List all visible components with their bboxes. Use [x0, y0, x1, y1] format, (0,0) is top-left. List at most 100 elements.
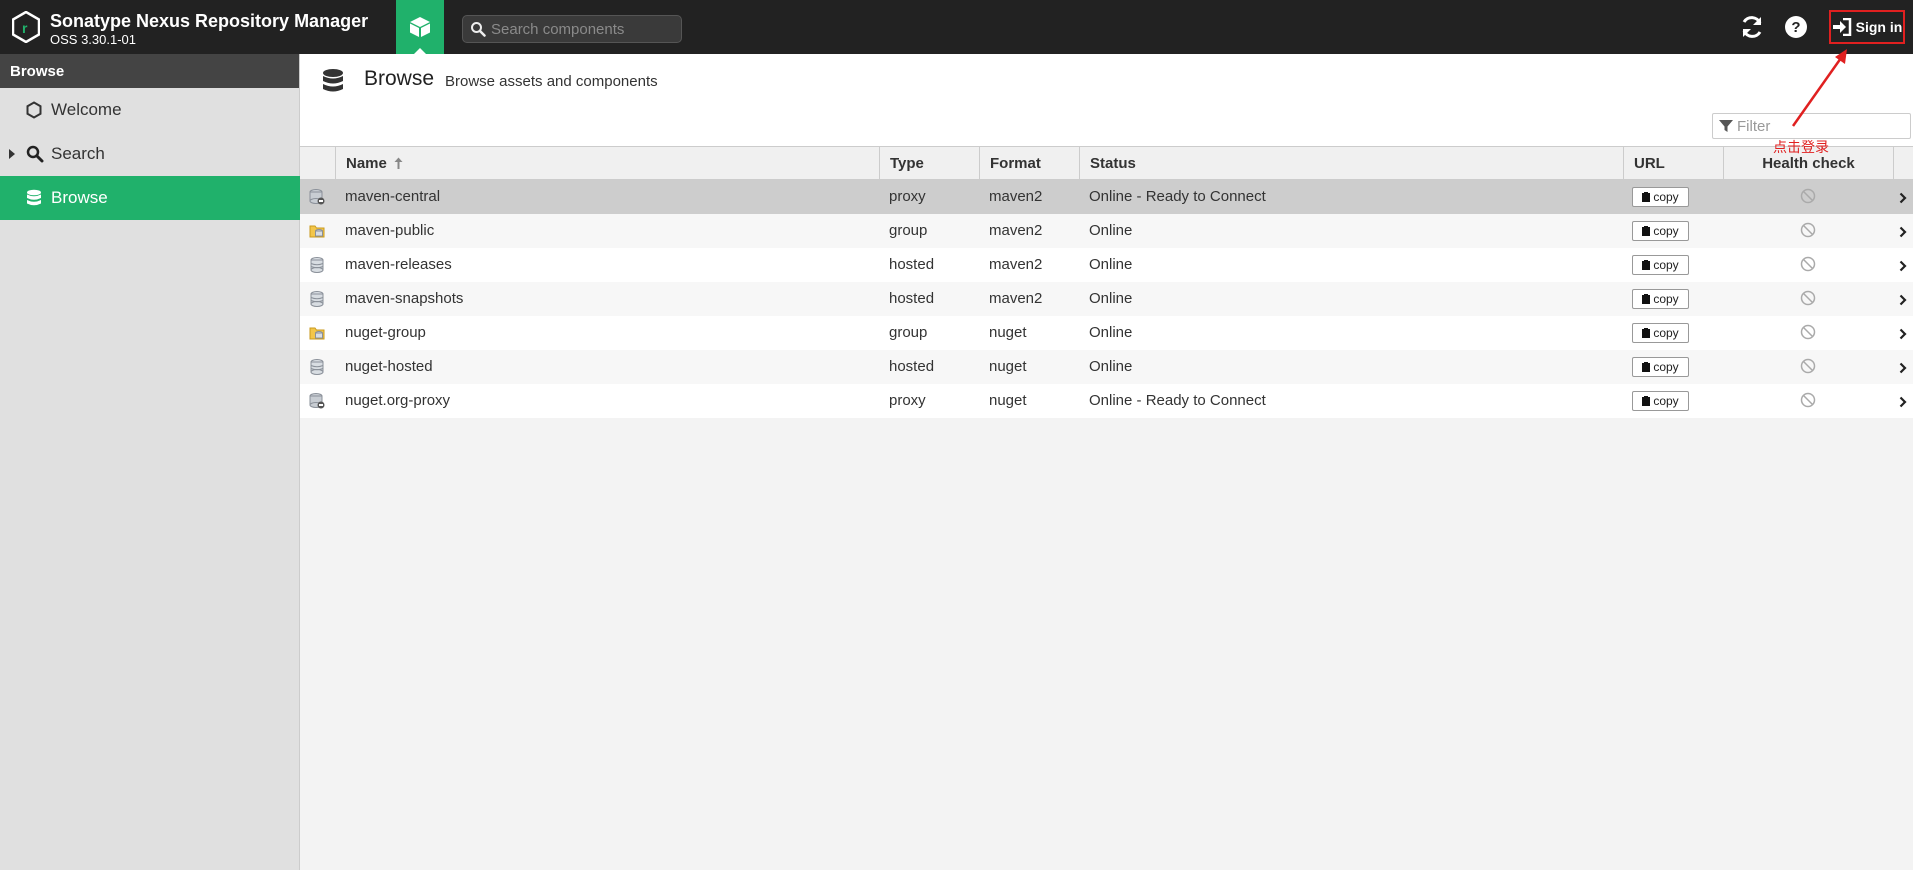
health-check-disabled-icon[interactable] [1800, 392, 1816, 412]
repo-name[interactable]: maven-central [345, 188, 440, 205]
filter-box[interactable] [1712, 113, 1911, 139]
repo-status: Online [1089, 256, 1133, 273]
page-title: Browse [364, 67, 435, 90]
repo-format: maven2 [989, 290, 1043, 307]
clipboard-icon [1642, 362, 1651, 372]
sidebar-item-search[interactable]: Search [0, 132, 300, 176]
copy-url-button[interactable]: copy [1632, 187, 1689, 207]
column-header-spacer [1893, 147, 1913, 180]
repo-name[interactable]: maven-public [345, 222, 434, 239]
group-repo-icon [309, 223, 325, 243]
repo-format: nuget [989, 392, 1027, 409]
chevron-right-icon[interactable] [1899, 225, 1907, 242]
repo-status: Online [1089, 358, 1133, 375]
repo-type: proxy [889, 188, 926, 205]
hosted-repo-icon [309, 359, 325, 379]
refresh-button[interactable] [1738, 13, 1766, 41]
expand-arrow-icon[interactable] [9, 149, 15, 159]
health-check-disabled-icon[interactable] [1800, 256, 1816, 276]
repo-name[interactable]: nuget-hosted [345, 358, 433, 375]
chevron-right-icon[interactable] [1899, 191, 1907, 208]
refresh-icon [1742, 16, 1762, 38]
sign-in-icon [1832, 18, 1851, 36]
repo-format: maven2 [989, 222, 1043, 239]
copy-url-button[interactable]: copy [1632, 221, 1689, 241]
health-check-disabled-icon[interactable] [1800, 290, 1816, 310]
chevron-right-icon[interactable] [1899, 259, 1907, 276]
table-header: Name Type Format Status URL Health check [300, 146, 1913, 180]
copy-url-button[interactable]: copy [1632, 255, 1689, 275]
sidebar: Browse Welcome Search Browse [0, 54, 300, 870]
icon-column-header [300, 147, 335, 180]
proxy-repo-icon [309, 393, 325, 413]
filter-icon [1719, 120, 1733, 132]
table-row[interactable]: maven-releases hosted maven2 Online copy [300, 248, 1913, 282]
search-input[interactable] [491, 18, 676, 40]
browse-mode-button[interactable] [396, 0, 444, 54]
table-row[interactable]: nuget-group group nuget Online copy [300, 316, 1913, 350]
clipboard-icon [1642, 328, 1651, 338]
column-header-type[interactable]: Type [879, 147, 979, 180]
chevron-right-icon[interactable] [1899, 293, 1907, 310]
filter-input[interactable] [1737, 117, 1897, 135]
repo-format: nuget [989, 358, 1027, 375]
table-body: maven-central proxy maven2 Online - Ready t… [300, 180, 1913, 418]
copy-url-button[interactable]: copy [1632, 323, 1689, 343]
hosted-repo-icon [309, 291, 325, 311]
repo-type: group [889, 222, 928, 239]
sidebar-item-label: Search [51, 144, 105, 163]
repo-name[interactable]: nuget-group [345, 324, 426, 341]
table-row[interactable]: maven-snapshots hosted maven2 Online copy [300, 282, 1913, 316]
hosted-repo-icon [309, 257, 325, 277]
chevron-right-icon[interactable] [1899, 327, 1907, 344]
repo-format: maven2 [989, 256, 1043, 273]
chevron-right-icon[interactable] [1899, 361, 1907, 378]
sign-in-button[interactable]: Sign in [1829, 10, 1905, 44]
sort-ascending-icon [394, 157, 403, 169]
annotation-text: 点击登录 [1773, 139, 1829, 155]
app-version: OSS 3.30.1-01 [50, 32, 136, 47]
sidebar-item-welcome[interactable]: Welcome [0, 88, 300, 132]
component-search[interactable] [462, 15, 682, 43]
clipboard-icon [1642, 260, 1651, 270]
repo-type: proxy [889, 392, 926, 409]
copy-url-button[interactable]: copy [1632, 391, 1689, 411]
column-header-status[interactable]: Status [1079, 147, 1623, 180]
column-header-format[interactable]: Format [979, 147, 1079, 180]
copy-url-button[interactable]: copy [1632, 289, 1689, 309]
table-row[interactable]: nuget-hosted hosted nuget Online copy [300, 350, 1913, 384]
repo-format: maven2 [989, 188, 1043, 205]
sidebar-section-title: Browse [0, 54, 299, 88]
search-icon [26, 145, 44, 163]
repository-table: Name Type Format Status URL Health check… [300, 146, 1913, 418]
proxy-repo-icon [309, 189, 325, 209]
app-title: Sonatype Nexus Repository Manager [50, 11, 369, 31]
database-icon [323, 69, 343, 92]
health-check-disabled-icon[interactable] [1800, 188, 1816, 208]
repo-name[interactable]: maven-releases [345, 256, 452, 273]
sidebar-item-label: Browse [51, 188, 108, 207]
repo-name[interactable]: maven-snapshots [345, 290, 463, 307]
repo-status: Online - Ready to Connect [1089, 392, 1266, 409]
health-check-disabled-icon[interactable] [1800, 324, 1816, 344]
repo-status: Online - Ready to Connect [1089, 188, 1266, 205]
repo-status: Online [1089, 222, 1133, 239]
repo-name[interactable]: nuget.org-proxy [345, 392, 450, 409]
table-row[interactable]: maven-public group maven2 Online copy [300, 214, 1913, 248]
page-subtitle: Browse assets and components [445, 73, 658, 90]
copy-url-button[interactable]: copy [1632, 357, 1689, 377]
table-row[interactable]: maven-central proxy maven2 Online - Ready t… [300, 180, 1913, 214]
health-check-disabled-icon[interactable] [1800, 358, 1816, 378]
cube-icon [410, 17, 430, 37]
chevron-right-icon[interactable] [1899, 395, 1907, 412]
repo-type: hosted [889, 256, 935, 273]
repo-type: hosted [889, 358, 935, 375]
column-header-name[interactable]: Name [335, 147, 879, 180]
column-header-url[interactable]: URL [1623, 147, 1723, 180]
table-row[interactable]: nuget.org-proxy proxy nuget Online - Ready … [300, 384, 1913, 418]
nexus-logo-icon[interactable]: r [12, 11, 40, 43]
help-button[interactable]: ? [1782, 13, 1810, 41]
health-check-disabled-icon[interactable] [1800, 222, 1816, 242]
repo-status: Online [1089, 290, 1133, 307]
sidebar-item-browse[interactable]: Browse [0, 176, 300, 220]
